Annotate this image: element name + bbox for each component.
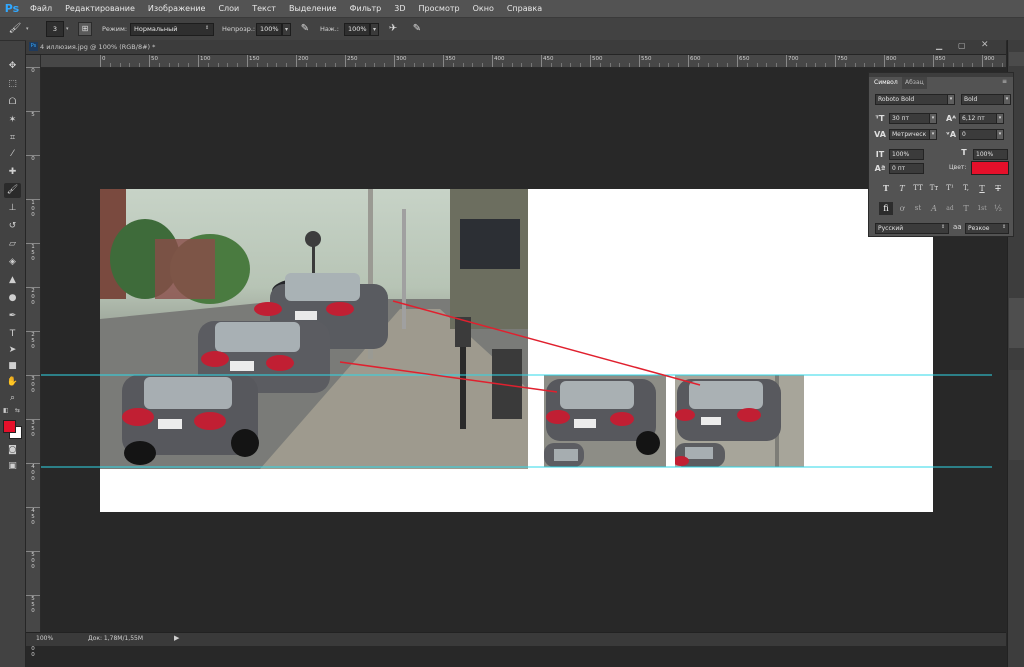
tab-paragraph[interactable]: Абзац [902,77,927,89]
panel-menu-icon[interactable]: ≡ [1002,78,1007,85]
zoom-level[interactable]: 100% [36,635,53,642]
language-select-arrow-icon: ⇕ [941,224,946,230]
titling-alternates-button[interactable]: T [959,202,973,215]
underline-button[interactable]: T [975,182,989,195]
baseline-shift-icon: Aª [874,164,886,173]
color-label: Цвет: [949,164,967,171]
text-color-swatch[interactable] [971,161,1009,175]
strikethrough-button[interactable]: T [991,182,1005,195]
font-size-icon: ᵀT [875,114,885,123]
red-connector-line-2 [392,300,701,386]
status-bar: 100% Док: 1,78M/1,55M ▶ [26,632,1006,646]
dock-panel-tab[interactable] [1009,52,1024,66]
faux-bold-button[interactable]: T [879,182,893,195]
vertical-scale-icon: IT [875,150,885,159]
tracking-icon: ᵛA [945,130,957,139]
all-caps-button[interactable]: TT [911,182,925,195]
document-size-info: Док: 1,78M/1,55M [88,635,144,642]
font-size-dropdown-icon[interactable]: ▾ [929,113,937,124]
font-family-dropdown-icon[interactable]: ▾ [947,94,955,105]
red-connector-line-1 [339,361,558,393]
ordinals-button[interactable]: 1st [975,202,989,215]
superscript-button[interactable]: T¹ [943,182,957,195]
stylistic-alternates-button[interactable]: ad [943,202,957,215]
kerning-icon: VA [874,130,886,139]
faux-italic-button[interactable]: T [895,182,909,195]
horizontal-scale-icon: T [961,148,967,157]
kerning-dropdown-icon[interactable]: ▾ [929,129,937,140]
character-panel: Символ Абзац ≡ Roboto Bold ▾ Bold ▾ ᵀT 3… [868,72,1014,237]
font-style-dropdown-icon[interactable]: ▾ [1003,94,1011,105]
leading-icon: Aᴬ [945,114,957,123]
tracking-dropdown-icon[interactable]: ▾ [996,129,1004,140]
dock-panel-block-2[interactable] [1009,370,1024,460]
antialias-icon: aa [953,223,962,231]
leading-dropdown-icon[interactable]: ▾ [996,113,1004,124]
contextual-alternates-button[interactable]: st [911,202,925,215]
status-menu-arrow-icon[interactable]: ▶ [174,634,179,642]
tab-character[interactable]: Символ [871,77,901,89]
small-caps-button[interactable]: Tт [927,182,941,195]
font-family-select[interactable]: Roboto Bold [875,94,955,105]
language-select[interactable]: Русский [875,223,949,234]
dock-panel-block[interactable] [1009,298,1024,348]
baseline-shift-field[interactable]: 0 пт [889,163,924,174]
vertical-scale-field[interactable]: 100% [889,149,924,160]
horizontal-scale-field[interactable]: 100% [973,149,1008,160]
discretionary-ligatures-button[interactable]: ơ [895,202,909,215]
antialias-select-arrow-icon: ⇕ [1002,224,1007,230]
fractions-button[interactable]: ½ [991,202,1005,215]
subscript-button[interactable]: T, [959,182,973,195]
swash-button[interactable]: A [927,202,941,215]
ligatures-button[interactable]: fi [879,202,893,215]
